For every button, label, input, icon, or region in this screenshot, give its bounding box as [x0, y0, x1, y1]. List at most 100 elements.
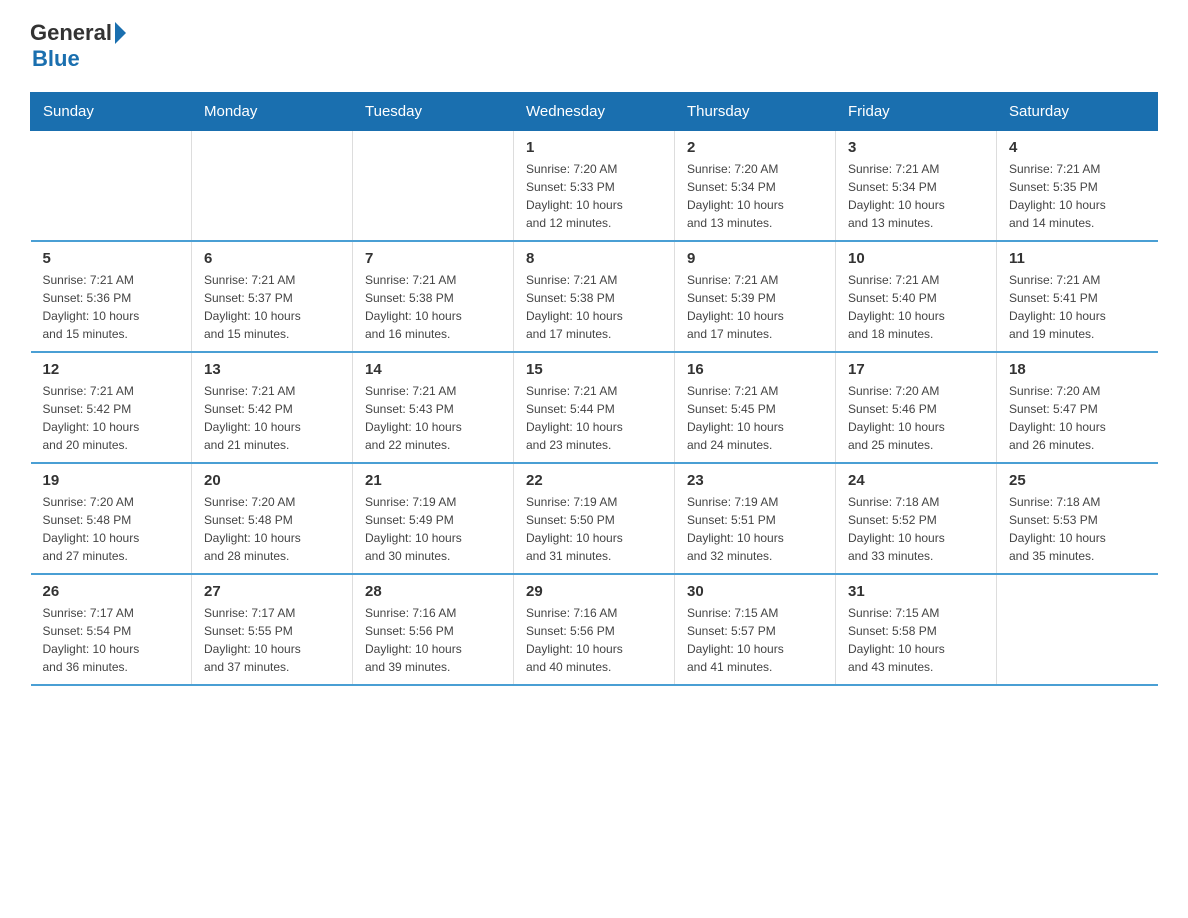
day-number: 19 — [43, 472, 180, 489]
day-info: Sunrise: 7:21 AMSunset: 5:37 PMDaylight:… — [204, 271, 340, 343]
day-info: Sunrise: 7:20 AMSunset: 5:48 PMDaylight:… — [204, 493, 340, 565]
day-number: 30 — [687, 583, 823, 600]
calendar-cell: 17 Sunrise: 7:20 AMSunset: 5:46 PMDayligh… — [836, 352, 997, 463]
day-number: 25 — [1009, 472, 1146, 489]
calendar-cell — [192, 131, 353, 242]
day-info: Sunrise: 7:15 AMSunset: 5:58 PMDaylight:… — [848, 604, 984, 676]
logo-blue-text: Blue — [32, 46, 80, 71]
day-info: Sunrise: 7:21 AMSunset: 5:41 PMDaylight:… — [1009, 271, 1146, 343]
day-info: Sunrise: 7:21 AMSunset: 5:36 PMDaylight:… — [43, 271, 180, 343]
calendar-cell: 4 Sunrise: 7:21 AMSunset: 5:35 PMDaylight… — [997, 131, 1158, 242]
day-number: 13 — [204, 361, 340, 378]
day-number: 21 — [365, 472, 501, 489]
day-info: Sunrise: 7:17 AMSunset: 5:54 PMDaylight:… — [43, 604, 180, 676]
day-of-week-header: Wednesday — [514, 93, 675, 131]
calendar-cell: 31 Sunrise: 7:15 AMSunset: 5:58 PMDayligh… — [836, 574, 997, 685]
day-info: Sunrise: 7:17 AMSunset: 5:55 PMDaylight:… — [204, 604, 340, 676]
day-number: 27 — [204, 583, 340, 600]
day-info: Sunrise: 7:19 AMSunset: 5:49 PMDaylight:… — [365, 493, 501, 565]
calendar-cell — [997, 574, 1158, 685]
day-number: 5 — [43, 250, 180, 267]
day-info: Sunrise: 7:20 AMSunset: 5:34 PMDaylight:… — [687, 160, 823, 232]
day-number: 12 — [43, 361, 180, 378]
calendar-cell: 1 Sunrise: 7:20 AMSunset: 5:33 PMDaylight… — [514, 131, 675, 242]
day-number: 24 — [848, 472, 984, 489]
day-info: Sunrise: 7:21 AMSunset: 5:39 PMDaylight:… — [687, 271, 823, 343]
calendar-cell: 3 Sunrise: 7:21 AMSunset: 5:34 PMDaylight… — [836, 131, 997, 242]
day-number: 3 — [848, 139, 984, 156]
day-number: 31 — [848, 583, 984, 600]
calendar-cell: 20 Sunrise: 7:20 AMSunset: 5:48 PMDayligh… — [192, 463, 353, 574]
day-info: Sunrise: 7:21 AMSunset: 5:44 PMDaylight:… — [526, 382, 662, 454]
day-info: Sunrise: 7:21 AMSunset: 5:38 PMDaylight:… — [365, 271, 501, 343]
day-info: Sunrise: 7:16 AMSunset: 5:56 PMDaylight:… — [365, 604, 501, 676]
day-info: Sunrise: 7:19 AMSunset: 5:50 PMDaylight:… — [526, 493, 662, 565]
calendar-cell — [353, 131, 514, 242]
calendar-cell: 19 Sunrise: 7:20 AMSunset: 5:48 PMDayligh… — [31, 463, 192, 574]
day-number: 16 — [687, 361, 823, 378]
day-info: Sunrise: 7:21 AMSunset: 5:34 PMDaylight:… — [848, 160, 984, 232]
calendar-cell: 30 Sunrise: 7:15 AMSunset: 5:57 PMDayligh… — [675, 574, 836, 685]
day-info: Sunrise: 7:20 AMSunset: 5:48 PMDaylight:… — [43, 493, 180, 565]
day-of-week-header: Thursday — [675, 93, 836, 131]
calendar-week-row: 5 Sunrise: 7:21 AMSunset: 5:36 PMDaylight… — [31, 241, 1158, 352]
calendar-cell: 6 Sunrise: 7:21 AMSunset: 5:37 PMDaylight… — [192, 241, 353, 352]
day-info: Sunrise: 7:20 AMSunset: 5:46 PMDaylight:… — [848, 382, 984, 454]
day-number: 26 — [43, 583, 180, 600]
calendar-cell: 22 Sunrise: 7:19 AMSunset: 5:50 PMDayligh… — [514, 463, 675, 574]
day-number: 6 — [204, 250, 340, 267]
day-info: Sunrise: 7:18 AMSunset: 5:52 PMDaylight:… — [848, 493, 984, 565]
calendar-cell: 2Sunrise: 7:20 AMSunset: 5:34 PMDaylight… — [675, 131, 836, 242]
day-number: 20 — [204, 472, 340, 489]
calendar-cell: 10Sunrise: 7:21 AMSunset: 5:40 PMDayligh… — [836, 241, 997, 352]
day-number: 9 — [687, 250, 823, 267]
calendar-cell: 9 Sunrise: 7:21 AMSunset: 5:39 PMDaylight… — [675, 241, 836, 352]
calendar-cell: 12 Sunrise: 7:21 AMSunset: 5:42 PMDayligh… — [31, 352, 192, 463]
day-number: 28 — [365, 583, 501, 600]
day-info: Sunrise: 7:19 AMSunset: 5:51 PMDaylight:… — [687, 493, 823, 565]
day-info: Sunrise: 7:21 AMSunset: 5:45 PMDaylight:… — [687, 382, 823, 454]
day-number: 17 — [848, 361, 984, 378]
calendar-cell: 23 Sunrise: 7:19 AMSunset: 5:51 PMDayligh… — [675, 463, 836, 574]
day-info: Sunrise: 7:21 AMSunset: 5:42 PMDaylight:… — [204, 382, 340, 454]
day-number: 7 — [365, 250, 501, 267]
day-info: Sunrise: 7:21 AMSunset: 5:40 PMDaylight:… — [848, 271, 984, 343]
day-number: 22 — [526, 472, 662, 489]
calendar-cell: 15 Sunrise: 7:21 AMSunset: 5:44 PMDayligh… — [514, 352, 675, 463]
calendar-cell: 27 Sunrise: 7:17 AMSunset: 5:55 PMDayligh… — [192, 574, 353, 685]
day-number: 18 — [1009, 361, 1146, 378]
day-number: 14 — [365, 361, 501, 378]
day-info: Sunrise: 7:21 AMSunset: 5:43 PMDaylight:… — [365, 382, 501, 454]
calendar-cell: 16 Sunrise: 7:21 AMSunset: 5:45 PMDayligh… — [675, 352, 836, 463]
calendar-cell: 21 Sunrise: 7:19 AMSunset: 5:49 PMDayligh… — [353, 463, 514, 574]
calendar-week-row: 12 Sunrise: 7:21 AMSunset: 5:42 PMDayligh… — [31, 352, 1158, 463]
calendar-cell: 7 Sunrise: 7:21 AMSunset: 5:38 PMDaylight… — [353, 241, 514, 352]
logo-general-text: General — [30, 20, 112, 46]
day-info: Sunrise: 7:20 AMSunset: 5:47 PMDaylight:… — [1009, 382, 1146, 454]
day-of-week-header: Friday — [836, 93, 997, 131]
calendar-cell: 11 Sunrise: 7:21 AMSunset: 5:41 PMDayligh… — [997, 241, 1158, 352]
day-info: Sunrise: 7:20 AMSunset: 5:33 PMDaylight:… — [526, 160, 662, 232]
calendar-cell — [31, 131, 192, 242]
calendar-table: SundayMondayTuesdayWednesdayThursdayFrid… — [30, 92, 1158, 686]
day-number: 15 — [526, 361, 662, 378]
day-of-week-header: Monday — [192, 93, 353, 131]
calendar-cell: 18 Sunrise: 7:20 AMSunset: 5:47 PMDayligh… — [997, 352, 1158, 463]
day-info: Sunrise: 7:15 AMSunset: 5:57 PMDaylight:… — [687, 604, 823, 676]
day-number: 4 — [1009, 139, 1146, 156]
calendar-week-row: 1 Sunrise: 7:20 AMSunset: 5:33 PMDaylight… — [31, 131, 1158, 242]
day-of-week-header: Sunday — [31, 93, 192, 131]
calendar-cell: 5 Sunrise: 7:21 AMSunset: 5:36 PMDaylight… — [31, 241, 192, 352]
calendar-week-row: 26 Sunrise: 7:17 AMSunset: 5:54 PMDayligh… — [31, 574, 1158, 685]
calendar-cell: 25Sunrise: 7:18 AMSunset: 5:53 PMDayligh… — [997, 463, 1158, 574]
logo-arrow-icon — [115, 22, 126, 44]
day-number: 8 — [526, 250, 662, 267]
day-info: Sunrise: 7:21 AMSunset: 5:38 PMDaylight:… — [526, 271, 662, 343]
logo: General Blue — [30, 20, 126, 72]
day-number: 23 — [687, 472, 823, 489]
day-info: Sunrise: 7:21 AMSunset: 5:35 PMDaylight:… — [1009, 160, 1146, 232]
day-info: Sunrise: 7:21 AMSunset: 5:42 PMDaylight:… — [43, 382, 180, 454]
day-number: 11 — [1009, 250, 1146, 267]
page-header: General Blue — [30, 20, 1158, 72]
day-number: 1 — [526, 139, 662, 156]
